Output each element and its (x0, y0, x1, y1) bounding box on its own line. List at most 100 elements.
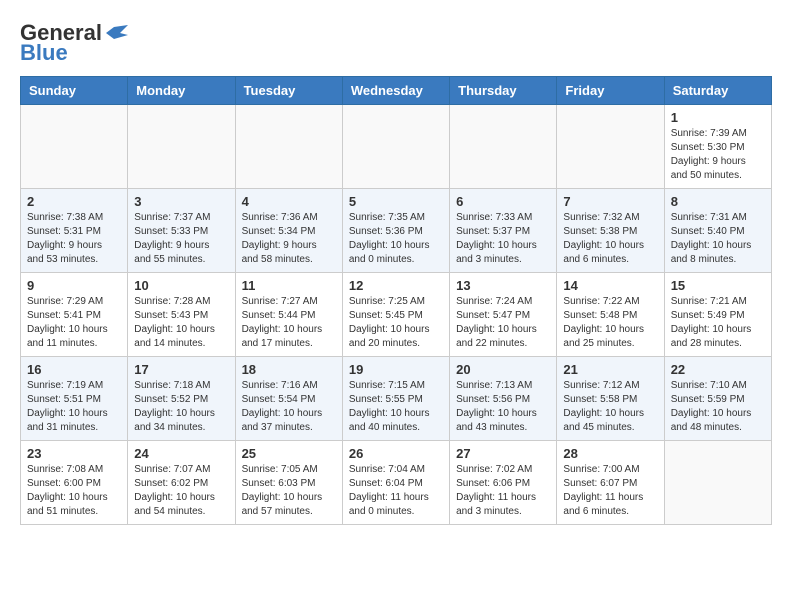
calendar-day: 15 Sunrise: 7:21 AM Sunset: 5:49 PM Dayli… (664, 273, 771, 357)
col-header-friday: Friday (557, 77, 664, 105)
day-number: 20 (456, 362, 550, 377)
day-number: 4 (242, 194, 336, 209)
calendar-day: 23 Sunrise: 7:08 AM Sunset: 6:00 PM Dayli… (21, 441, 128, 525)
day-number: 24 (134, 446, 228, 461)
calendar-day: 26 Sunrise: 7:04 AM Sunset: 6:04 PM Dayli… (342, 441, 449, 525)
logo-blue-text: Blue (20, 40, 68, 66)
day-number: 21 (563, 362, 657, 377)
calendar-day (664, 441, 771, 525)
day-number: 12 (349, 278, 443, 293)
calendar-day: 5 Sunrise: 7:35 AM Sunset: 5:36 PM Daylig… (342, 189, 449, 273)
day-number: 6 (456, 194, 550, 209)
day-info: Sunrise: 7:25 AM Sunset: 5:45 PM Dayligh… (349, 295, 443, 351)
day-info: Sunrise: 7:22 AM Sunset: 5:48 PM Dayligh… (563, 295, 657, 351)
header: General Blue (20, 20, 772, 66)
day-number: 23 (27, 446, 121, 461)
day-info: Sunrise: 7:38 AM Sunset: 5:31 PM Dayligh… (27, 211, 121, 267)
day-number: 18 (242, 362, 336, 377)
day-number: 19 (349, 362, 443, 377)
day-info: Sunrise: 7:29 AM Sunset: 5:41 PM Dayligh… (27, 295, 121, 351)
calendar-day: 16 Sunrise: 7:19 AM Sunset: 5:51 PM Dayli… (21, 357, 128, 441)
day-number: 28 (563, 446, 657, 461)
day-info: Sunrise: 7:13 AM Sunset: 5:56 PM Dayligh… (456, 379, 550, 435)
day-info: Sunrise: 7:36 AM Sunset: 5:34 PM Dayligh… (242, 211, 336, 267)
calendar-day: 24 Sunrise: 7:07 AM Sunset: 6:02 PM Dayli… (128, 441, 235, 525)
calendar-day: 14Sunrise: 7:22 AM Sunset: 5:48 PM Dayli… (557, 273, 664, 357)
col-header-saturday: Saturday (664, 77, 771, 105)
calendar-day: 2 Sunrise: 7:38 AM Sunset: 5:31 PM Daylig… (21, 189, 128, 273)
day-info: Sunrise: 7:31 AM Sunset: 5:40 PM Dayligh… (671, 211, 765, 267)
col-header-monday: Monday (128, 77, 235, 105)
day-info: Sunrise: 7:05 AM Sunset: 6:03 PM Dayligh… (242, 463, 336, 519)
day-info: Sunrise: 7:19 AM Sunset: 5:51 PM Dayligh… (27, 379, 121, 435)
calendar-day: 1 Sunrise: 7:39 AM Sunset: 5:30 PM Daylig… (664, 105, 771, 189)
calendar-day: 12 Sunrise: 7:25 AM Sunset: 5:45 PM Dayli… (342, 273, 449, 357)
day-info: Sunrise: 7:08 AM Sunset: 6:00 PM Dayligh… (27, 463, 121, 519)
calendar-day: 7 Sunrise: 7:32 AM Sunset: 5:38 PM Daylig… (557, 189, 664, 273)
day-info: Sunrise: 7:15 AM Sunset: 5:55 PM Dayligh… (349, 379, 443, 435)
day-number: 3 (134, 194, 228, 209)
day-info: Sunrise: 7:32 AM Sunset: 5:38 PM Dayligh… (563, 211, 657, 267)
calendar-day: 10 Sunrise: 7:28 AM Sunset: 5:43 PM Dayli… (128, 273, 235, 357)
day-info: Sunrise: 7:37 AM Sunset: 5:33 PM Dayligh… (134, 211, 228, 267)
calendar-day (342, 105, 449, 189)
day-info: Sunrise: 7:21 AM Sunset: 5:49 PM Dayligh… (671, 295, 765, 351)
calendar-day: 11Sunrise: 7:27 AM Sunset: 5:44 PM Dayli… (235, 273, 342, 357)
calendar-day (557, 105, 664, 189)
calendar-day: 3 Sunrise: 7:37 AM Sunset: 5:33 PM Daylig… (128, 189, 235, 273)
day-info: Sunrise: 7:04 AM Sunset: 6:04 PM Dayligh… (349, 463, 443, 519)
calendar-day: 21 Sunrise: 7:12 AM Sunset: 5:58 PM Dayli… (557, 357, 664, 441)
logo: General Blue (20, 20, 128, 66)
calendar-day (21, 105, 128, 189)
calendar-day (450, 105, 557, 189)
day-number: 13 (456, 278, 550, 293)
calendar-day: 28Sunrise: 7:00 AM Sunset: 6:07 PM Dayli… (557, 441, 664, 525)
col-header-wednesday: Wednesday (342, 77, 449, 105)
day-number: 10 (134, 278, 228, 293)
day-number: 2 (27, 194, 121, 209)
calendar-week-3: 9 Sunrise: 7:29 AM Sunset: 5:41 PM Daylig… (21, 273, 772, 357)
day-info: Sunrise: 7:39 AM Sunset: 5:30 PM Dayligh… (671, 127, 765, 183)
calendar-day: 9 Sunrise: 7:29 AM Sunset: 5:41 PM Daylig… (21, 273, 128, 357)
day-number: 22 (671, 362, 765, 377)
day-number: 1 (671, 110, 765, 125)
calendar-day: 27 Sunrise: 7:02 AM Sunset: 6:06 PM Dayli… (450, 441, 557, 525)
day-number: 25 (242, 446, 336, 461)
calendar-header-row: SundayMondayTuesdayWednesdayThursdayFrid… (21, 77, 772, 105)
calendar-day: 17 Sunrise: 7:18 AM Sunset: 5:52 PM Dayli… (128, 357, 235, 441)
calendar-week-1: 1 Sunrise: 7:39 AM Sunset: 5:30 PM Daylig… (21, 105, 772, 189)
col-header-tuesday: Tuesday (235, 77, 342, 105)
day-info: Sunrise: 7:24 AM Sunset: 5:47 PM Dayligh… (456, 295, 550, 351)
day-info: Sunrise: 7:35 AM Sunset: 5:36 PM Dayligh… (349, 211, 443, 267)
day-number: 26 (349, 446, 443, 461)
day-info: Sunrise: 7:33 AM Sunset: 5:37 PM Dayligh… (456, 211, 550, 267)
day-info: Sunrise: 7:12 AM Sunset: 5:58 PM Dayligh… (563, 379, 657, 435)
calendar-day (128, 105, 235, 189)
day-number: 7 (563, 194, 657, 209)
day-number: 5 (349, 194, 443, 209)
col-header-thursday: Thursday (450, 77, 557, 105)
col-header-sunday: Sunday (21, 77, 128, 105)
day-info: Sunrise: 7:18 AM Sunset: 5:52 PM Dayligh… (134, 379, 228, 435)
day-number: 17 (134, 362, 228, 377)
calendar-day: 18Sunrise: 7:16 AM Sunset: 5:54 PM Dayli… (235, 357, 342, 441)
logo-bird-icon (106, 25, 128, 41)
day-number: 8 (671, 194, 765, 209)
calendar-day: 19 Sunrise: 7:15 AM Sunset: 5:55 PM Dayli… (342, 357, 449, 441)
day-number: 15 (671, 278, 765, 293)
calendar-day: 25 Sunrise: 7:05 AM Sunset: 6:03 PM Dayli… (235, 441, 342, 525)
calendar-day (235, 105, 342, 189)
day-info: Sunrise: 7:28 AM Sunset: 5:43 PM Dayligh… (134, 295, 228, 351)
calendar-day: 20 Sunrise: 7:13 AM Sunset: 5:56 PM Dayli… (450, 357, 557, 441)
calendar: SundayMondayTuesdayWednesdayThursdayFrid… (20, 76, 772, 525)
calendar-day: 8 Sunrise: 7:31 AM Sunset: 5:40 PM Daylig… (664, 189, 771, 273)
day-info: Sunrise: 7:02 AM Sunset: 6:06 PM Dayligh… (456, 463, 550, 519)
day-number: 27 (456, 446, 550, 461)
day-info: Sunrise: 7:07 AM Sunset: 6:02 PM Dayligh… (134, 463, 228, 519)
calendar-day: 13 Sunrise: 7:24 AM Sunset: 5:47 PM Dayli… (450, 273, 557, 357)
calendar-week-2: 2 Sunrise: 7:38 AM Sunset: 5:31 PM Daylig… (21, 189, 772, 273)
day-number: 16 (27, 362, 121, 377)
day-number: 9 (27, 278, 121, 293)
calendar-day: 4 Sunrise: 7:36 AM Sunset: 5:34 PM Daylig… (235, 189, 342, 273)
day-info: Sunrise: 7:10 AM Sunset: 5:59 PM Dayligh… (671, 379, 765, 435)
